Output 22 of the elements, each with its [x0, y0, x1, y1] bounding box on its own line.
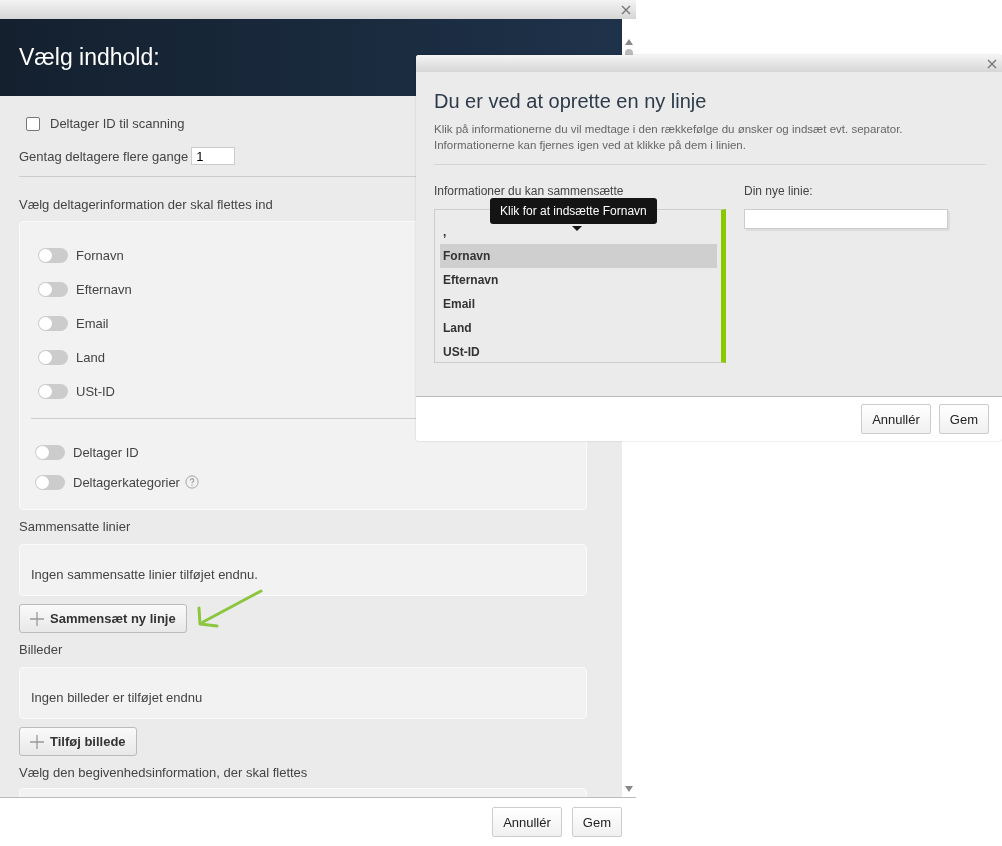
- dialog-title: Du er ved at oprette en ny linje: [434, 90, 708, 113]
- empty-message: Ingen billeder er tilføjet endnu: [31, 690, 203, 705]
- toggle-label: Deltager ID: [73, 444, 139, 460]
- description-text: Klik på informationerne du vil medtage i den rækkefølge du ønsker og indsæt evt. separator.: [434, 122, 904, 137]
- field-label: Din nye linie:: [744, 184, 814, 198]
- checkbox-label: Deltager ID til scanning: [50, 116, 185, 131]
- repeat-label: Gentag deltagere flere gange: [19, 148, 189, 164]
- empty-message: Ingen sammensatte linier tilføjet endnu.: [31, 567, 258, 582]
- section-heading: Billeder: [19, 642, 63, 657]
- section-heading: Vælg deltagerinformation der skal flettes ind: [19, 197, 273, 212]
- toggle-label: Email: [76, 315, 109, 331]
- toggle-label: USt-ID: [76, 383, 115, 399]
- section-heading: Sammensatte linier: [19, 519, 131, 534]
- toggle-label: Fornavn: [76, 247, 124, 263]
- list-heading: Informationer du kan sammensætte: [434, 184, 625, 198]
- dialog-title: Vælg indhold:: [19, 44, 160, 71]
- toggle-label: Deltagerkategorier: [73, 474, 180, 490]
- tooltip: Klik for at indsætte Fornavn: [490, 198, 657, 224]
- section-heading: Vælg den begivenhedsinformation, der skal flettes: [19, 765, 308, 780]
- toggle-label: Land: [76, 349, 105, 365]
- description-text: Informationerne kan fjernes igen ved at klikke på dem i linien.: [434, 138, 747, 153]
- toggle-label: Efternavn: [76, 281, 132, 297]
